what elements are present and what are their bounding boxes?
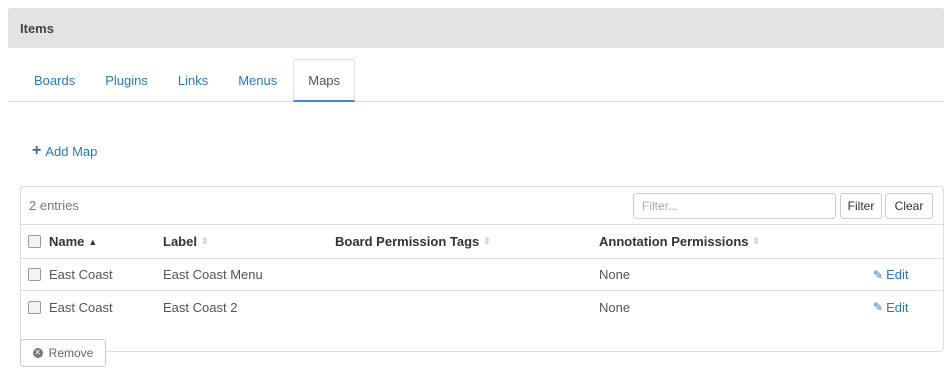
table-header-row: Name ▲ Label ⇕ Board Permission Tags ⇕ A… xyxy=(21,225,943,259)
column-header-board-permission-tags[interactable]: Board Permission Tags ⇕ xyxy=(335,225,491,258)
table-row: East Coast East Coast 2 None ✎ Edit xyxy=(21,291,943,323)
edit-icon: ✎ xyxy=(873,267,884,282)
row-annotation-permissions: None xyxy=(599,267,631,282)
sort-asc-icon: ▲ xyxy=(88,236,98,247)
edit-button[interactable]: ✎ Edit xyxy=(873,291,908,323)
filter-input[interactable] xyxy=(633,193,836,219)
row-name: East Coast xyxy=(49,299,113,315)
table-row: East Coast East Coast Menu None ✎ Edit xyxy=(21,259,943,291)
row-checkbox[interactable] xyxy=(28,300,41,314)
tab-menus[interactable]: Menus xyxy=(224,59,291,101)
maps-table: 2 entries Filter Clear Name ▲ Label ⇕ Bo… xyxy=(20,186,944,352)
column-header-label[interactable]: Label ⇕ xyxy=(163,225,209,258)
row-checkbox[interactable] xyxy=(28,268,41,281)
add-map-button[interactable]: + Add Map xyxy=(32,141,97,161)
panel-header: Items xyxy=(8,8,944,48)
column-header-annotation-permissions[interactable]: Annotation Permissions ⇕ xyxy=(599,225,760,258)
edit-icon: ✎ xyxy=(873,300,884,314)
plus-icon: + xyxy=(32,142,42,159)
sort-both-icon: ⇕ xyxy=(200,236,209,246)
select-all-checkbox[interactable] xyxy=(28,235,41,248)
sort-both-icon: ⇕ xyxy=(752,236,761,246)
remove-label: Remove xyxy=(48,346,94,360)
edit-button[interactable]: ✎ Edit xyxy=(873,259,908,290)
column-header-name[interactable]: Name ▲ xyxy=(49,225,97,258)
row-name: East Coast xyxy=(49,267,113,282)
entries-count: 2 entries xyxy=(29,198,79,213)
table-toolbar: 2 entries Filter Clear xyxy=(21,187,943,225)
tab-boards[interactable]: Boards xyxy=(20,59,89,101)
remove-button[interactable]: ✕ Remove xyxy=(20,339,106,367)
add-map-label: Add Map xyxy=(45,143,98,159)
row-label: East Coast Menu xyxy=(163,267,263,282)
tab-plugins[interactable]: Plugins xyxy=(91,59,162,101)
filter-button[interactable]: Filter xyxy=(840,193,882,219)
sort-both-icon: ⇕ xyxy=(483,236,491,246)
tab-links[interactable]: Links xyxy=(164,59,222,101)
clear-button[interactable]: Clear xyxy=(885,193,933,219)
row-label: East Coast 2 xyxy=(163,299,238,315)
remove-icon: ✕ xyxy=(32,348,43,358)
tab-bar: Boards Plugins Links Menus Maps xyxy=(8,59,944,102)
tab-maps[interactable]: Maps xyxy=(293,59,356,102)
panel-title: Items xyxy=(20,20,54,36)
row-annotation-permissions: None xyxy=(599,299,631,315)
